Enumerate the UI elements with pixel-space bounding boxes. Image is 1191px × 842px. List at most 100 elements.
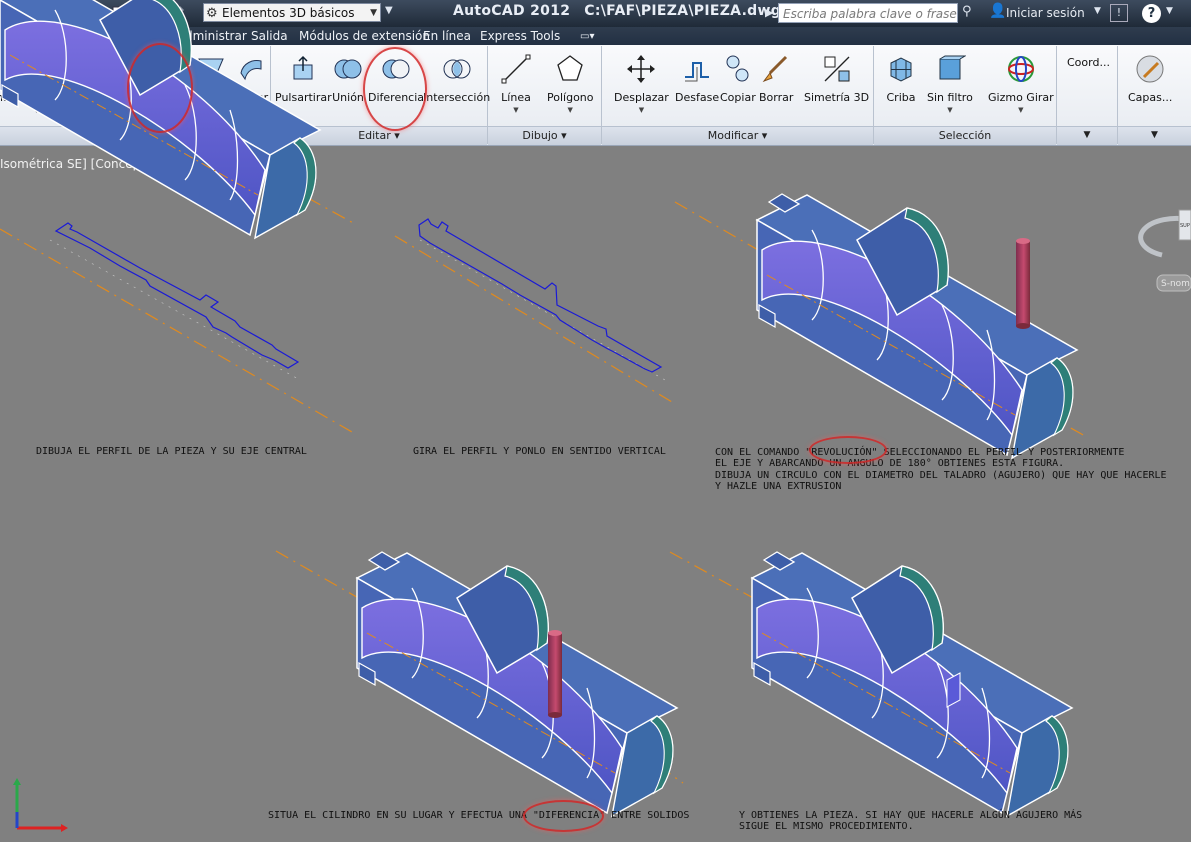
interseccion-button[interactable]: Intersección <box>423 50 490 104</box>
tab-administrar[interactable]: Administrar <box>177 28 247 45</box>
copiar-button[interactable]: Copiar <box>720 50 756 104</box>
tab-modulos-extension[interactable]: Módulos de extensión <box>299 28 430 45</box>
panel-dibujo-title: Dibujo <box>522 129 558 142</box>
highlight-revolucion <box>127 43 193 133</box>
coord-panel-button[interactable]: Coord... <box>1067 56 1110 69</box>
dropdown-arrow-icon: ▼ <box>567 106 573 114</box>
coord-panel-expand[interactable]: ▼ <box>1057 126 1117 145</box>
box-button[interactable]: na rectangular ▼ <box>0 50 77 114</box>
workspace-selector[interactable]: ⚙ Elementos 3D básicos ▼ <box>203 3 381 22</box>
eraser-icon <box>759 50 793 88</box>
linea-label: Línea <box>501 91 531 104</box>
gizmo-girar-label: Gizmo Girar <box>988 91 1054 104</box>
rotate-gizmo-icon <box>1004 50 1038 88</box>
new-file-icon[interactable] <box>12 4 30 22</box>
sign-in-link[interactable]: Iniciar sesión <box>1006 6 1085 20</box>
panel-seleccion[interactable]: Selección <box>874 126 1056 145</box>
extrusion-button[interactable]: Extrusión <box>81 50 133 104</box>
desfase-label: Desfase <box>675 91 720 104</box>
binoculars-icon[interactable]: ⚲ <box>962 4 972 19</box>
exchange-icon[interactable]: ! <box>1110 4 1128 22</box>
save-as-icon[interactable] <box>84 4 102 22</box>
open-folder-icon[interactable] <box>37 4 55 22</box>
undo-icon[interactable] <box>133 4 151 22</box>
window-title: AutoCAD 2012 C:\FAF\PIEZA\PIEZA.dwg <box>453 3 781 19</box>
desplazar-button[interactable]: Desplazar ▼ <box>614 50 669 114</box>
help-menu-icon[interactable]: ▼ <box>1166 6 1173 16</box>
pulsartirar-button[interactable]: Pulsartirar <box>275 50 332 104</box>
caption-step-2: GIRA EL PERFIL Y PONLO EN SENTIDO VERTIC… <box>413 446 666 457</box>
simetria-3d-label: Simetría 3D <box>804 91 870 104</box>
panel-modificar-title: Modificar <box>707 129 759 142</box>
panel-editar[interactable]: Editar ▾ <box>271 126 487 145</box>
save-icon[interactable] <box>61 4 79 22</box>
solevar-button[interactable]: Solevar <box>190 50 231 104</box>
gizmo-girar-button[interactable]: Gizmo Girar ▼ <box>988 50 1054 114</box>
caption-step-5-line-2: SIGUE EL MISMO PROCEDIMIENTO. <box>739 821 914 832</box>
pulsartirar-label: Pulsartirar <box>275 91 332 104</box>
union-button[interactable]: Unión <box>331 50 365 104</box>
wcs-menu[interactable]: S-nom <box>1161 279 1190 290</box>
line-icon <box>499 50 533 88</box>
panel-dibujo[interactable]: Dibujo ▾ <box>488 126 601 145</box>
extrusion-label: Extrusión <box>81 91 133 104</box>
criba-label: Criba <box>886 91 916 104</box>
simetria-3d-button[interactable]: Simetría 3D <box>804 50 869 104</box>
gear-icon: ⚙ <box>206 6 218 21</box>
caption-step-3-line-1: CON EL COMANDO "REVOLUCIÓN" SELECCIONAND… <box>715 447 1125 458</box>
highlight-diferencia <box>363 47 427 131</box>
presspull-icon <box>286 50 320 88</box>
sweep-icon <box>234 50 268 88</box>
search-input[interactable]: Escriba palabra clave o frase <box>778 3 958 23</box>
borrar-button[interactable]: Borrar <box>759 50 793 104</box>
redo-icon[interactable] <box>168 4 186 22</box>
caption-step-5-line-1: Y OBTIENES LA PIEZA. SI HAY QUE HACERLE … <box>739 810 1083 821</box>
user-icon[interactable]: 👤 <box>989 3 1006 19</box>
tab-en-linea[interactable]: En línea <box>423 28 471 45</box>
mirror-3d-icon <box>820 50 854 88</box>
move-icon <box>624 50 658 88</box>
caption-step-3-line-3: DIBUJA UN CIRCULO CON EL DIAMETRO DEL TA… <box>715 470 1167 481</box>
box-label: na rectangular <box>0 91 77 104</box>
print-icon[interactable] <box>108 4 126 22</box>
help-button[interactable]: ? <box>1142 4 1161 23</box>
copiar-label: Copiar <box>720 91 756 104</box>
coord-label: Coord... <box>1067 56 1110 69</box>
panel-crear[interactable]: Crear ▾ <box>0 126 270 145</box>
caption-step-3-line-4: Y HAZLE UNA EXTRUSION <box>715 481 842 492</box>
capas-panel-button[interactable]: Capas... <box>1128 50 1172 104</box>
sign-in-menu-icon[interactable]: ▼ <box>1094 6 1101 16</box>
dropdown-arrow-icon: ▼ <box>947 106 953 114</box>
highlight-revolucion-text <box>809 436 887 464</box>
extrude-icon <box>90 50 124 88</box>
customize-quick-access-icon[interactable]: ▼ <box>385 5 393 16</box>
filter-cube-icon <box>933 50 967 88</box>
barrer-button[interactable]: Barrer <box>234 50 268 104</box>
dropdown-arrow-icon: ▼ <box>513 106 519 114</box>
linea-button[interactable]: Línea ▼ <box>499 50 533 114</box>
criba-button[interactable]: Criba <box>884 50 918 104</box>
panel-crear-title: Crear <box>115 129 146 142</box>
drawing-viewport[interactable] <box>0 146 1191 842</box>
poligono-button[interactable]: Polígono ▼ <box>547 50 594 114</box>
copy-icon <box>721 50 755 88</box>
desfase-button[interactable]: Desfase <box>675 50 719 104</box>
interseccion-label: Intersección <box>423 91 491 104</box>
viewcube-top-label[interactable]: SUP <box>1180 221 1190 232</box>
tab-express-tools[interactable]: Express Tools <box>480 28 560 45</box>
tab-inicio[interactable]: Inicio <box>10 28 60 45</box>
sin-filtro-button[interactable]: Sin filtro ▼ <box>927 50 973 114</box>
tab-salida[interactable]: Salida <box>251 28 288 45</box>
panel-modificar[interactable]: Modificar ▾ <box>602 126 873 145</box>
polygon-icon <box>553 50 587 88</box>
highlight-diferencia-text <box>523 800 604 832</box>
ribbon-minimize-icon[interactable]: ▭▾ <box>580 28 594 45</box>
layers-icon <box>1133 50 1167 88</box>
borrar-label: Borrar <box>759 91 794 104</box>
expand-search-icon[interactable]: ▶ <box>765 6 773 19</box>
viewport-view-label[interactable]: Isométrica SE] [Conceptual] <box>0 157 168 171</box>
union-label: Unión <box>332 91 364 104</box>
capas-panel-expand[interactable]: ▼ <box>1118 126 1191 145</box>
tab-render[interactable]: Render <box>63 28 106 45</box>
title-bar: ⚙ Elementos 3D básicos ▼ ▼ AutoCAD 2012 C… <box>0 0 1191 27</box>
